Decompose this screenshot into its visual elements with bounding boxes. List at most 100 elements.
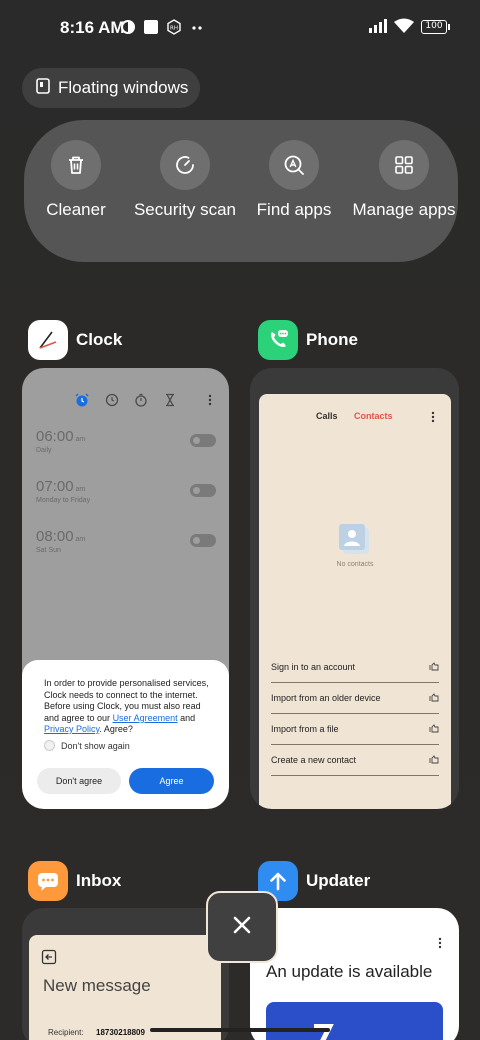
security-scan-icon	[160, 140, 210, 190]
new-message-title: New message	[43, 976, 151, 995]
alarm-row[interactable]: 08:00 am Sat Sun	[36, 528, 216, 562]
alarm-ampm: am	[75, 486, 86, 493]
alarm-toggle[interactable]	[190, 484, 216, 497]
status-bar: 8:16 AM RH 100	[0, 0, 480, 56]
security-scan-label: Security scan	[133, 200, 237, 219]
inbox-app-card[interactable]: New message Recipient: 18730218809	[22, 908, 229, 1040]
alarm-ampm: am	[75, 436, 86, 443]
dialog-message: In order to provide personalised service…	[44, 678, 209, 736]
rh-notification-icon: RH	[166, 19, 182, 35]
battery-level: 100	[421, 20, 447, 34]
grid-icon	[379, 140, 429, 190]
alarm-row[interactable]: 07:00 am Monday to Friday	[36, 478, 216, 512]
updater-app-card[interactable]: An update is available	[250, 908, 459, 1040]
dialog-text: and	[177, 712, 196, 723]
floating-windows-label: Floating windows	[58, 78, 189, 97]
update-available-title: An update is available	[266, 962, 433, 981]
pointer-icon	[429, 723, 439, 735]
import-older-device-row[interactable]: Import from an older device	[271, 683, 439, 714]
battery-icon: 100	[421, 20, 450, 34]
sign-in-account-row[interactable]: Sign in to an account	[271, 652, 439, 683]
clock-app-header[interactable]: Clock	[28, 320, 122, 360]
dont-agree-button[interactable]: Don't agree	[37, 768, 121, 794]
checkbox-label: Don't show again	[61, 740, 130, 751]
more-options-icon[interactable]	[436, 936, 444, 955]
tab-calls[interactable]: Calls	[316, 411, 338, 421]
alarm-repeat: Sat Sun	[36, 547, 61, 554]
close-all-button[interactable]	[206, 891, 278, 963]
alarm-time: 06:00	[36, 428, 74, 445]
world-clock-tab-icon[interactable]	[104, 392, 120, 413]
cleaner-button[interactable]: Cleaner	[22, 120, 130, 262]
trash-icon	[51, 140, 101, 190]
alarm-ampm: am	[75, 536, 86, 543]
cleaner-label: Cleaner	[46, 200, 106, 219]
dialog-text: . Agree?	[99, 724, 133, 734]
find-apps-label: Find apps	[256, 200, 332, 219]
alarm-tab-icon[interactable]	[74, 392, 90, 413]
updater-app-header[interactable]: Updater	[258, 861, 370, 901]
alarm-toggle[interactable]	[190, 534, 216, 547]
row-label: Import from a file	[271, 724, 339, 734]
alarm-repeat: Monday to Friday	[36, 497, 91, 504]
inbox-app-icon	[28, 861, 68, 901]
find-apps-icon	[269, 140, 319, 190]
create-contact-row[interactable]: Create a new contact	[271, 745, 439, 776]
alarm-toggle[interactable]	[190, 434, 216, 447]
home-gesture-bar[interactable]	[150, 1028, 330, 1032]
stopwatch-tab-icon[interactable]	[133, 392, 149, 413]
more-options-icon[interactable]	[429, 410, 437, 429]
pointer-icon	[429, 754, 439, 766]
close-icon	[231, 914, 253, 941]
update-banner	[266, 1002, 443, 1040]
floating-windows-button[interactable]: Floating windows	[22, 68, 200, 108]
back-icon[interactable]	[41, 949, 57, 970]
user-agreement-link[interactable]: User Agreement	[113, 713, 178, 723]
svg-text:RH: RH	[170, 26, 178, 32]
inbox-app-name: Inbox	[76, 871, 122, 890]
floating-window-icon	[36, 77, 50, 99]
checkbox-circle[interactable]	[44, 740, 55, 751]
find-apps-button[interactable]: Find apps	[240, 120, 348, 262]
wifi-icon	[393, 18, 415, 39]
clock-app-name: Clock	[76, 330, 123, 349]
network-permission-dialog: In order to provide personalised service…	[22, 660, 229, 809]
tab-contacts[interactable]: Contacts	[354, 411, 393, 421]
phone-app-card[interactable]: Calls Contacts No contacts Sign in to an…	[250, 368, 459, 809]
phone-app-header[interactable]: Phone	[258, 320, 358, 360]
no-contacts-text: No contacts	[336, 561, 374, 568]
dont-show-again-checkbox[interactable]: Don't show again	[44, 740, 130, 751]
row-label: Create a new contact	[271, 755, 357, 765]
alarm-row[interactable]: 06:00 am Daily	[36, 428, 216, 462]
inbox-app-header[interactable]: Inbox	[28, 861, 121, 901]
status-time: 8:16 AM	[60, 18, 125, 37]
pointer-icon	[429, 692, 439, 704]
alarm-repeat: Daily	[36, 447, 52, 454]
recipient-value: 18730218809	[96, 1028, 145, 1037]
row-label: Sign in to an account	[271, 662, 356, 672]
phone-app-name: Phone	[306, 330, 358, 349]
manage-apps-label: Manage apps	[352, 200, 456, 219]
clock-app-card[interactable]: 06:00 am Daily 07:00 am Monday to Friday…	[22, 368, 229, 809]
timer-tab-icon[interactable]	[162, 392, 178, 413]
quick-actions-panel: Cleaner Security scan Find apps Manage a…	[24, 120, 458, 262]
inbox-app-screen: New message Recipient: 18730218809	[29, 935, 221, 1040]
more-dots-icon	[190, 19, 206, 35]
more-options-icon[interactable]	[206, 393, 214, 412]
phone-app-screen: Calls Contacts No contacts Sign in to an…	[259, 394, 451, 809]
pointer-icon	[429, 661, 439, 673]
contacts-empty-icon	[339, 524, 371, 556]
updater-app-name: Updater	[306, 871, 371, 890]
manage-apps-button[interactable]: Manage apps	[350, 120, 458, 262]
square-notification-icon	[143, 19, 159, 35]
agree-button[interactable]: Agree	[129, 768, 214, 794]
signal-icon	[368, 18, 388, 39]
phone-app-icon	[258, 320, 298, 360]
import-file-row[interactable]: Import from a file	[271, 714, 439, 745]
clock-app-icon	[28, 320, 68, 360]
security-scan-button[interactable]: Security scan	[131, 120, 239, 262]
row-label: Import from an older device	[271, 693, 381, 703]
privacy-policy-link[interactable]: Privacy Policy	[44, 724, 99, 734]
app-notification-icon	[120, 19, 136, 35]
recipient-label: Recipient:	[48, 1028, 84, 1037]
